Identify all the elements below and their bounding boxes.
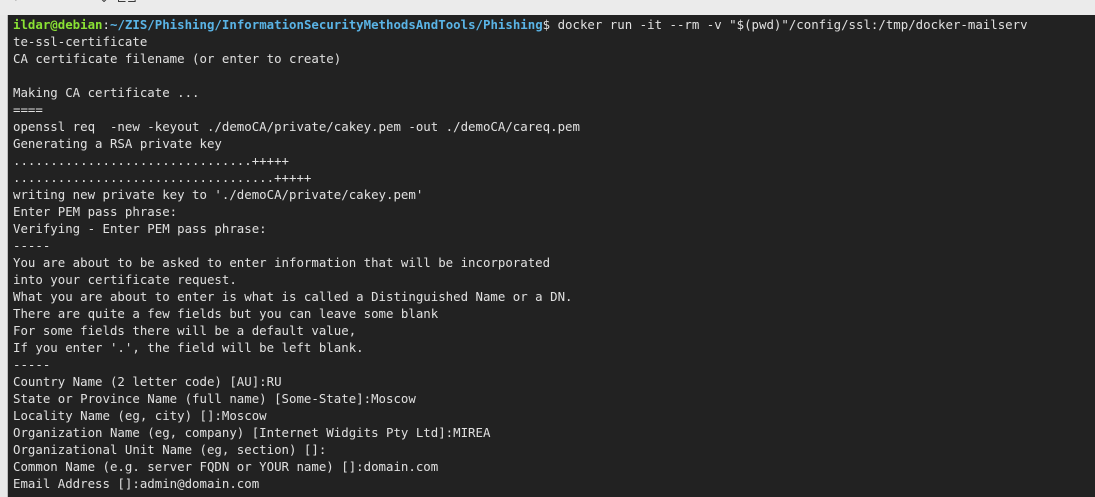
output-line: writing new private key to './demoCA/pri… [13,187,424,202]
output-line: Common Name (e.g. server FQDN or YOUR na… [13,459,439,474]
output-line: Making CA certificate ... [13,85,200,100]
output-line: Generating a RSA private key [13,136,222,151]
output-line: Organization Name (eg, company) [Interne… [13,425,491,440]
output-line: Enter PEM pass phrase: [13,204,178,219]
prompt-line: ildar@debian:~/ZIS/Phishing/InformationS… [13,16,1028,33]
output-line: ----- [13,357,51,372]
output-line: You are about to be asked to enter infor… [13,255,551,270]
terminal-output[interactable]: ildar@debian:~/ZIS/Phishing/InformationS… [8,15,1095,497]
terminal-window: ⌐ ⌄ ⊏⊐ ildar@debian:~/ZIS/Phishing/Infor… [0,0,1095,497]
output-line: ...................................+++++ [13,170,312,185]
output-line: There are quite a few fields but you can… [13,306,439,321]
window-top-strip: ⌐ ⌄ ⊏⊐ [0,0,1095,16]
prompt-user-host: ildar@debian [13,17,103,32]
top-fragment-2: ⌄ ⊏⊐ [99,0,137,5]
prompt-colon: : [102,17,110,32]
output-line: ----- [13,238,51,253]
output-line: Email Address []:admin@domain.com [13,476,260,491]
left-panel-edge [0,15,8,497]
output-line: ==== [13,102,43,117]
output-line: Locality Name (eg, city) []:Moscow [13,408,267,423]
top-fragment-1: ⌐ [14,0,24,5]
output-line: ................................+++++ [13,153,290,168]
terminal-lines: ildar@debian:~/ZIS/Phishing/InformationS… [13,16,1028,492]
output-line: Country Name (2 letter code) [AU]:RU [13,374,282,389]
output-line: For some fields there will be a default … [13,323,357,338]
output-line: If you enter '.', the field will be left… [13,340,364,355]
output-line: into your certificate request. [13,272,237,287]
output-line: Verifying - Enter PEM pass phrase: [13,221,267,236]
output-line: CA certificate filename (or enter to cre… [13,51,342,66]
prompt-path: ~/ZIS/Phishing/InformationSecurityMethod… [110,17,543,32]
prompt-command: docker run -it --rm -v "$(pwd)"/config/s… [557,17,1028,32]
output-line: openssl req -new -keyout ./demoCA/privat… [13,119,580,134]
output-line: State or Province Name (full name) [Some… [13,391,416,406]
prompt-sign: $ [542,17,558,32]
output-line: te-ssl-certificate [13,34,148,49]
output-line: Organizational Unit Name (eg, section) [… [13,442,327,457]
output-line: What you are about to enter is what is c… [13,289,573,304]
